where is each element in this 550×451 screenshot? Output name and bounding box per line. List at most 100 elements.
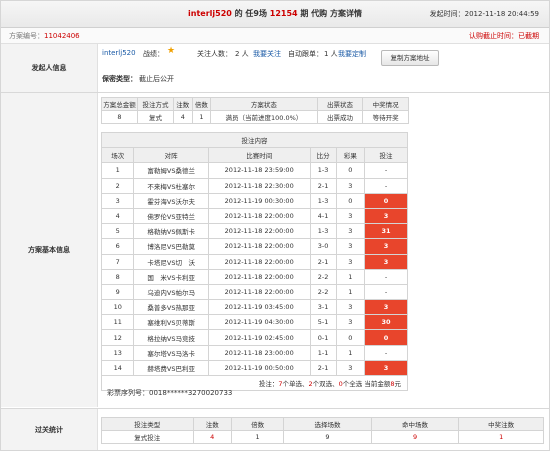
match-score: 1-3 — [309, 162, 337, 179]
match-bet: - — [363, 177, 409, 194]
match-result: 3 — [335, 223, 365, 240]
match-teams: 不来梅VS杜塞尔 — [133, 177, 209, 194]
match-row: 5 格勒纳VS佩斯卡 2012-11-18 22:00:00 1-3 3 31 — [100, 223, 409, 240]
match-bet: 3 — [363, 207, 409, 225]
match-row: 9 乌迪内VS帕尔马 2012-11-18 22:00:00 2-2 1- — [100, 283, 409, 301]
match-number: 8 — [100, 268, 135, 285]
match-number: 7 — [100, 253, 135, 270]
match-result: 0 — [335, 162, 365, 179]
match-score: 2-2 — [309, 283, 337, 301]
stats-header: 命中场数 — [370, 417, 460, 431]
match-result: 1 — [335, 268, 365, 285]
match-teams: 霍芬海VS沃尔夫 — [133, 192, 209, 209]
summary-cell: 复式 — [137, 110, 174, 124]
stats-cell: 9 — [283, 430, 372, 444]
summary-cell: 满员（当前进度100.0%） — [210, 110, 318, 124]
match-bet: 30 — [363, 314, 409, 331]
match-bet: 0 — [363, 329, 409, 346]
period-number: 12154 — [269, 9, 298, 18]
follow-link[interactable]: 我要关注 — [253, 49, 281, 59]
match-score: 2-2 — [309, 268, 337, 285]
ticket-serial-value: 0018******3270020733 — [149, 389, 233, 397]
match-row: 8国 米VS卡利亚 2012-11-18 22:00:00 2-2 1- — [100, 268, 409, 285]
match-bet: 3 — [363, 253, 409, 270]
bet-title-row: 投注内容 — [101, 131, 408, 149]
bet-header: 比赛时间 — [207, 147, 311, 164]
stats-header: 投注类型 — [101, 417, 194, 431]
initiator-username[interactable]: interlj520 — [102, 49, 136, 57]
privacy-value: 截止后公开 — [139, 75, 174, 83]
bet-header: 比分 — [309, 147, 337, 164]
summary-cell: 8 — [101, 110, 138, 124]
bet-header: 投注 — [363, 147, 409, 164]
title-text: 的 任9场 — [231, 9, 270, 18]
summary-header: 倍数 — [191, 97, 212, 111]
plan-number: 方案编号：11042406 — [9, 31, 80, 41]
summary-cell: 等待开奖 — [362, 110, 409, 124]
match-bet: - — [363, 283, 409, 301]
match-result: 3 — [335, 238, 365, 255]
match-result: 3 — [335, 177, 365, 194]
stats-table: 投注类型 注数 倍数 选择场数 命中场数 中奖注数 复式投注 4 1 9 9 1 — [101, 417, 544, 444]
launch-time: 发起时间：2012-11-18 20:44:59 — [430, 9, 539, 19]
match-teams: 国 米VS卡利亚 — [133, 268, 209, 285]
match-result: 3 — [335, 207, 365, 225]
match-bet: 31 — [363, 223, 409, 240]
match-result: 3 — [335, 359, 365, 377]
stats-cell: 9 — [370, 430, 460, 444]
bet-content-title: 投注内容 — [101, 131, 408, 149]
privacy-label: 保密类型： — [102, 75, 137, 83]
match-result: 3 — [335, 314, 365, 331]
deadline-status: 认购截止时间：已截期 — [469, 32, 539, 40]
match-bet: 3 — [363, 238, 409, 255]
copy-plan-url-button[interactable]: 复制方案地址 — [381, 50, 439, 66]
followers-label: 关注人数： — [197, 50, 232, 58]
match-number: 11 — [100, 314, 135, 331]
match-score: 1-1 — [309, 344, 337, 361]
match-number: 9 — [100, 283, 135, 301]
match-teams: 格勒纳VS佩斯卡 — [133, 223, 209, 240]
stats-row: 复式投注 4 1 9 9 1 — [101, 430, 544, 444]
stats-header-row: 投注类型 注数 倍数 选择场数 命中场数 中奖注数 — [101, 417, 544, 431]
match-teams: 桑普多VS热那亚 — [133, 299, 209, 316]
followers-count: 2 人 — [235, 50, 249, 58]
auto-follow-label: 自动跟单： — [288, 50, 323, 58]
match-row: 14 赫塔费VS巴利亚 2012-11-19 00:50:00 2-1 3 3 — [100, 359, 409, 377]
match-score: 1-3 — [309, 223, 337, 240]
match-bet: - — [363, 344, 409, 361]
summary-header: 中奖情况 — [362, 97, 409, 111]
match-time: 2012-11-18 22:00:00 — [207, 223, 311, 240]
ticket-serial-label: 彩票序列号： — [107, 389, 149, 397]
match-result: 0 — [335, 329, 365, 346]
match-number: 5 — [100, 223, 135, 240]
sub-bar: 方案编号：11042406 认购截止时间：已截期 — [1, 28, 549, 44]
match-teams: 佛罗伦VS亚特兰 — [133, 207, 209, 225]
match-row: 7 卡塔尼VS切 沃 2012-11-18 22:00:00 2-1 3 3 — [100, 253, 409, 270]
match-row: 1 富勒姆VS桑德兰 2012-11-18 23:59:00 1-3 0- — [100, 162, 409, 179]
match-row: 10 桑普多VS热那亚 2012-11-19 03:45:00 3-1 3 3 — [100, 299, 409, 316]
stats-header: 中奖注数 — [458, 417, 544, 431]
match-teams: 富勒姆VS桑德兰 — [133, 162, 209, 179]
match-score: 2-1 — [309, 359, 337, 377]
match-result: 3 — [335, 299, 365, 316]
match-score: 5-1 — [309, 314, 337, 331]
initiator-username-link[interactable]: interlj520 — [188, 9, 232, 18]
plan-number-value: 11042406 — [44, 32, 80, 40]
match-score: 1-3 — [309, 192, 337, 209]
launch-time-label: 发起时间： — [429, 10, 465, 18]
match-result: 1 — [335, 283, 365, 301]
footer-text: 投注： — [258, 380, 279, 389]
ticket-serial: 彩票序列号：0018******3270020733 — [107, 388, 232, 398]
match-number: 1 — [100, 162, 135, 179]
match-row: 3 霍芬海VS沃尔夫 2012-11-19 00:30:00 1-3 0 0 — [100, 192, 409, 209]
match-teams: 乌迪内VS帕尔马 — [133, 283, 209, 301]
footer-text: 个全选 当前金额 — [342, 380, 391, 389]
match-score: 3-1 — [309, 299, 337, 316]
match-time: 2012-11-19 02:45:00 — [207, 329, 311, 346]
stats-cell: 复式投注 — [101, 430, 194, 444]
match-time: 2012-11-18 22:30:00 — [207, 177, 311, 194]
customize-link[interactable]: 我要定制 — [338, 49, 366, 59]
bet-header: 场次 — [100, 147, 135, 164]
match-number: 12 — [100, 329, 135, 346]
match-score: 4-1 — [309, 207, 337, 225]
